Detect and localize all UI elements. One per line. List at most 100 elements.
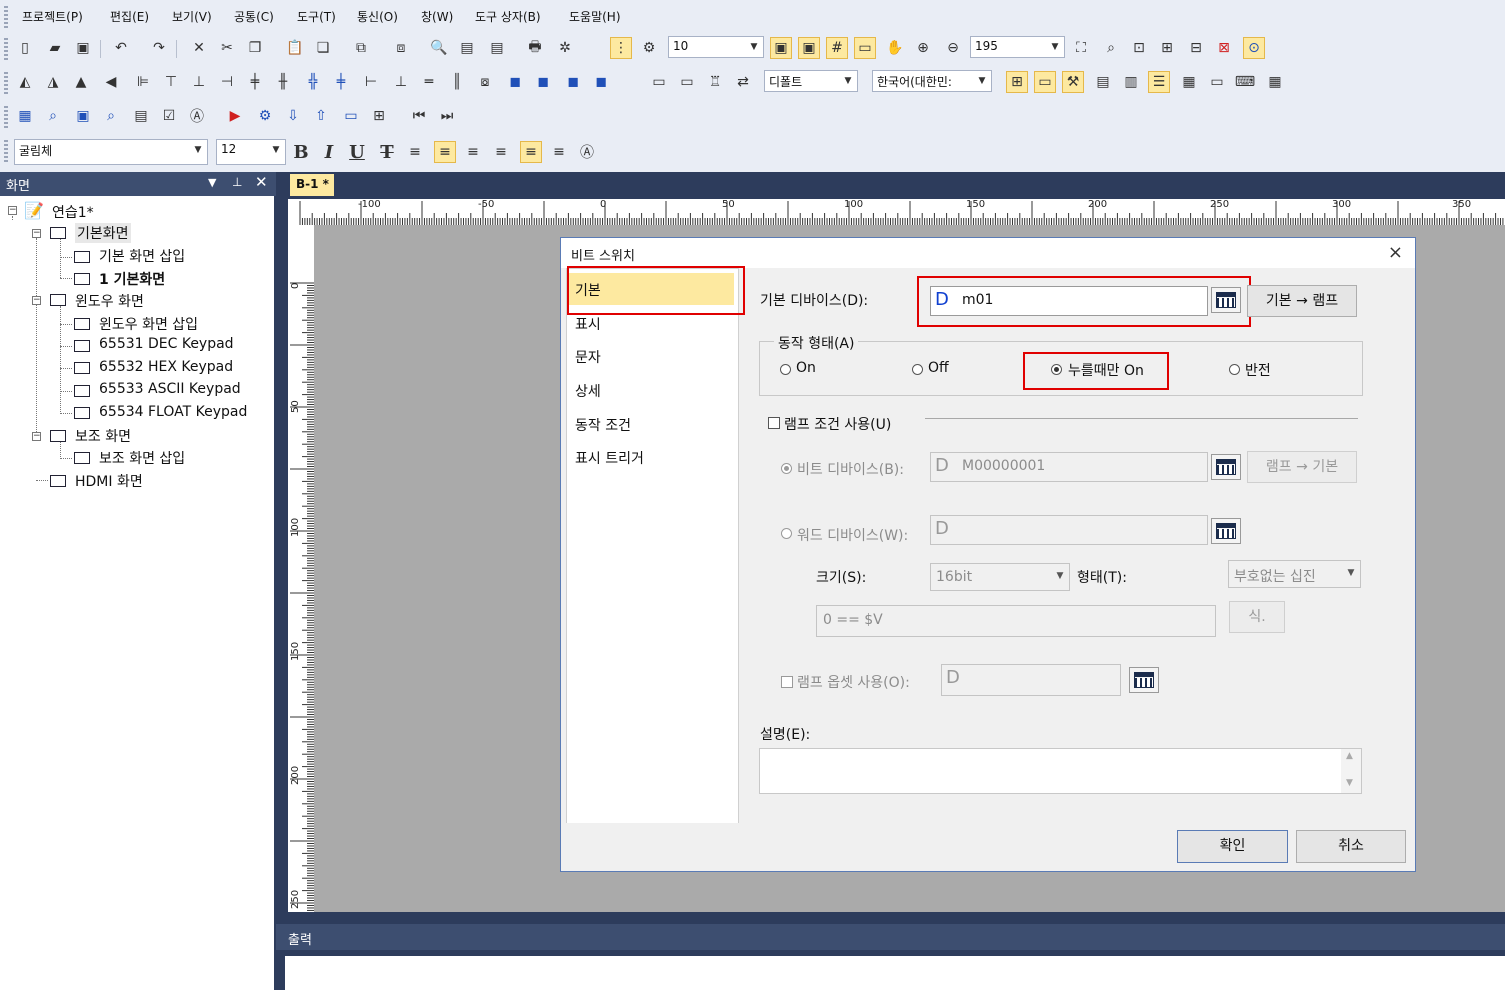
- menu-project[interactable]: 프로젝트(P): [22, 8, 83, 25]
- radio-bit-device[interactable]: [781, 463, 792, 474]
- menu-common[interactable]: 공통(C): [234, 8, 274, 25]
- zoom-area-icon[interactable]: ⊡: [1128, 37, 1150, 59]
- first-page-icon[interactable]: ⏮: [408, 105, 430, 127]
- tree-float-keypad[interactable]: 65534 FLOAT Keypad: [99, 404, 247, 420]
- screen-prev-icon[interactable]: ▤: [456, 37, 478, 59]
- zoom-fit-icon[interactable]: ⛶: [1070, 37, 1092, 59]
- scroll-down-icon[interactable]: ▼: [1346, 778, 1353, 788]
- keyboard-icon[interactable]: ⌨: [1234, 71, 1256, 93]
- collapse-icon[interactable]: −: [32, 432, 41, 441]
- text-align-center-icon[interactable]: ≡: [434, 141, 456, 163]
- redo-icon[interactable]: ↷: [148, 37, 170, 59]
- align-center-h-icon[interactable]: ╪: [244, 71, 266, 93]
- ungroup-icon[interactable]: ⧈: [390, 37, 412, 59]
- tree-sub-screens[interactable]: 보조 화면: [75, 426, 131, 446]
- grid-dots-icon[interactable]: ⋮: [610, 37, 632, 59]
- grid-size-combo[interactable]: 10 ▼: [668, 36, 764, 58]
- lamp-offset-input[interactable]: D: [941, 664, 1121, 696]
- dev-icon[interactable]: ▭: [676, 71, 698, 93]
- save-icon[interactable]: ▣: [72, 37, 94, 59]
- flip-vertical-icon[interactable]: ◮: [42, 71, 64, 93]
- menu-view[interactable]: 보기(V): [172, 8, 212, 25]
- find-icon[interactable]: 🔍: [428, 37, 450, 59]
- lamp-condition-checkbox[interactable]: [768, 417, 780, 429]
- menu-tools[interactable]: 도구(T): [297, 8, 336, 25]
- zoom-window-icon[interactable]: ⊟: [1185, 37, 1207, 59]
- collapse-icon[interactable]: −: [32, 229, 41, 238]
- lamp-offset-checkbox[interactable]: [781, 676, 793, 688]
- word-device-input[interactable]: D: [930, 515, 1208, 545]
- screen-search-icon[interactable]: ⌕: [100, 105, 122, 127]
- description-textarea[interactable]: ▲ ▼: [759, 748, 1362, 794]
- cut-icon[interactable]: ✂: [216, 37, 238, 59]
- tree-hex-keypad[interactable]: 65532 HEX Keypad: [99, 359, 233, 375]
- bring-front-icon[interactable]: ◼: [504, 71, 526, 93]
- flip-horizontal-icon[interactable]: ◭: [14, 71, 36, 93]
- select-area-icon[interactable]: ⊠: [1213, 37, 1235, 59]
- same-size-icon[interactable]: ⧇: [474, 71, 496, 93]
- nav-detail[interactable]: 상세: [575, 381, 601, 401]
- download-icon[interactable]: ⇩: [282, 105, 304, 127]
- scroll-up-icon[interactable]: ▲: [1346, 751, 1353, 761]
- pin-icon[interactable]: ⊥: [232, 175, 242, 189]
- open-folder-icon[interactable]: ▰: [44, 37, 66, 59]
- zoom-page-icon[interactable]: ⊞: [1156, 37, 1178, 59]
- text-align-bottom-icon[interactable]: ≡: [548, 141, 570, 163]
- base-to-lamp-button[interactable]: 기본 → 램프: [1247, 285, 1357, 317]
- tree-hdmi-screen[interactable]: HDMI 화면: [75, 471, 143, 491]
- center-icon[interactable]: ╬: [302, 71, 324, 93]
- id-icon[interactable]: ▭: [648, 71, 670, 93]
- tree-ascii-keypad[interactable]: 65533 ASCII Keypad: [99, 381, 241, 397]
- text-align-left-icon[interactable]: ≡: [404, 141, 426, 163]
- bit-device-input[interactable]: D M00000001: [930, 452, 1208, 482]
- bold-button[interactable]: B: [290, 141, 312, 163]
- rotate-left-icon[interactable]: ◀: [100, 71, 122, 93]
- hand-icon[interactable]: ✋: [884, 37, 906, 59]
- zoom-100-icon[interactable]: ⌕: [1100, 37, 1122, 59]
- nav-action-condition[interactable]: 동작 조건: [575, 415, 631, 435]
- text-align-middle-icon[interactable]: ≡: [520, 141, 542, 163]
- menu-toolbox[interactable]: 도구 상자(B): [475, 8, 541, 25]
- delete-icon[interactable]: ✕: [188, 37, 210, 59]
- tree-base-screen-1[interactable]: 1 기본화면: [99, 269, 165, 289]
- italic-button[interactable]: I: [318, 141, 340, 163]
- nav-display[interactable]: 표시: [575, 314, 601, 334]
- align-left-icon[interactable]: ⊫: [132, 71, 154, 93]
- frame2-icon[interactable]: ▣: [798, 37, 820, 59]
- frame-icon[interactable]: ▣: [770, 37, 792, 59]
- tree-insert-sub-screen[interactable]: 보조 화면 삽입: [99, 448, 185, 468]
- device-table-icon[interactable]: [1211, 454, 1241, 480]
- space-v-icon[interactable]: ⊥: [390, 71, 412, 93]
- project-icon[interactable]: ▦: [14, 105, 36, 127]
- menu-edit[interactable]: 편집(E): [110, 8, 149, 25]
- property-icon[interactable]: ▤: [1092, 71, 1114, 93]
- close-icon[interactable]: ✕: [255, 173, 268, 191]
- collapse-icon[interactable]: −: [32, 296, 41, 305]
- paste-icon[interactable]: 📋: [284, 37, 306, 59]
- send-back-icon[interactable]: ◼: [532, 71, 554, 93]
- tree-insert-base-screen[interactable]: 기본 화면 삽입: [99, 246, 185, 266]
- label-icon[interactable]: Ⓐ: [186, 105, 208, 127]
- screen-next-icon[interactable]: ▤: [486, 37, 508, 59]
- ruler-icon[interactable]: ▭: [854, 37, 876, 59]
- monitor-icon[interactable]: ▭: [340, 105, 362, 127]
- tab-screen-b1[interactable]: B-1 *: [290, 174, 334, 196]
- tree-project[interactable]: 연습1*: [52, 202, 94, 222]
- font-color-icon[interactable]: Ⓐ: [576, 141, 598, 163]
- nav-text[interactable]: 문자: [575, 347, 601, 367]
- tag-icon[interactable]: ♖: [704, 71, 726, 93]
- same-height-icon[interactable]: ║: [446, 71, 468, 93]
- menu-communication[interactable]: 통신(O): [357, 8, 398, 25]
- strikethrough-button[interactable]: T: [376, 141, 398, 163]
- font-name-combo[interactable]: 굴림체 ▼: [14, 139, 208, 165]
- zoom-out-icon[interactable]: ⊖: [942, 37, 964, 59]
- comment-icon[interactable]: ▭: [1206, 71, 1228, 93]
- tree-dec-keypad[interactable]: 65531 DEC Keypad: [99, 336, 234, 352]
- print-icon[interactable]: 🖶: [524, 37, 546, 59]
- expression-input[interactable]: 0 == $V: [816, 605, 1216, 637]
- same-width-icon[interactable]: ═: [418, 71, 440, 93]
- undo-icon[interactable]: ↶: [110, 37, 132, 59]
- tree-base-screens[interactable]: 기본화면: [75, 223, 131, 243]
- settings-icon[interactable]: ⚙: [254, 105, 276, 127]
- output-text-area[interactable]: [285, 956, 1505, 990]
